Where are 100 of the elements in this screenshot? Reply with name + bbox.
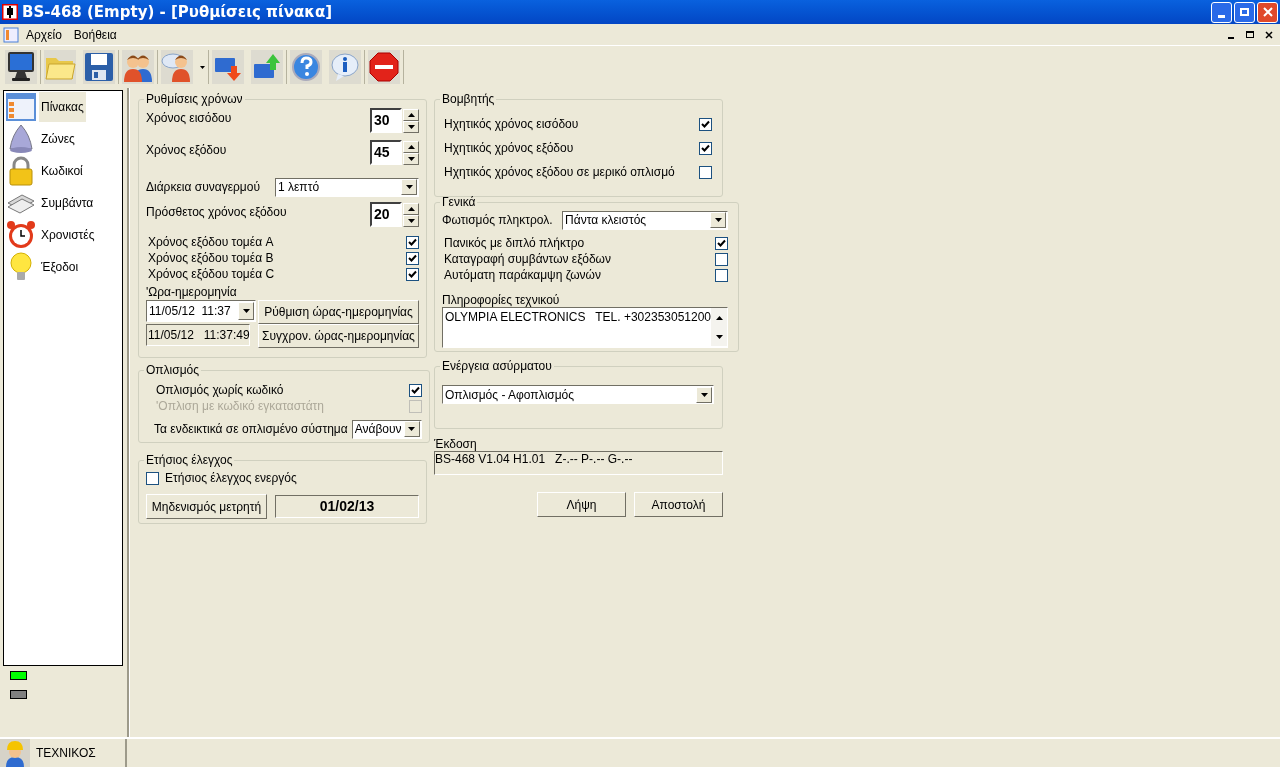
group-title: Γενικά [441,194,477,211]
up-arrow-icon [407,206,415,211]
window-icon [6,93,36,121]
close-icon [1262,7,1273,17]
maximize-button[interactable] [1234,1,1255,23]
user-role: ΤΕΧΝΙΚΟΣ [36,745,96,762]
dropdown[interactable]: Οπλισμός - Αφοπλισμός [442,385,714,404]
checkbox-label: Οπλισμός χωρίς κωδικό [155,382,284,399]
navigation-item[interactable]: Συμβάντα [4,187,122,219]
caret-icon [200,65,205,69]
version-label: Έκδοση [434,436,478,451]
action-button[interactable]: Ρύθμιση ώρας-ημερομηνίας [258,300,419,324]
action-button[interactable]: Συγχρον. ώρας-ημερομηνίας [258,324,419,348]
monitor-icon [6,51,36,83]
checkbox[interactable] [699,117,712,131]
checkbox-label: Αυτόματη παράκαμψη ζωνών [443,267,601,284]
up-arrow-icon [407,112,415,117]
check-icon [717,239,727,247]
group-title: Βομβητής [441,91,496,108]
down-arrow-icon [714,218,722,222]
toolbar-button[interactable] [5,50,37,84]
date-time-picker[interactable]: 11/05/12 11:37 [146,300,256,322]
dropdown-button[interactable] [403,421,420,437]
down-arrow-icon [700,392,708,397]
window-title: BS-468 (Empty) - [Ρυθμίσεις πίνακα] [22,1,333,23]
checkbox[interactable] [715,268,729,282]
checkbox[interactable] [408,383,422,397]
dropdown-button[interactable] [238,302,254,320]
toolbar-button[interactable] [83,50,115,84]
close-icon [1265,30,1273,39]
chat-user-icon [161,52,193,82]
check-icon [410,386,420,394]
technician-info-field[interactable]: OLYMPIA ELECTRONICS TEL. +302353051200 [442,307,729,348]
spin-up-button[interactable] [403,140,419,153]
restore-icon [1246,31,1254,38]
group-title: Ενέργεια ασύρματου [441,358,553,375]
checkbox[interactable] [715,236,729,250]
up-arrow-icon [407,144,415,149]
checkbox[interactable] [699,141,712,155]
navigation-item[interactable]: Πίνακας [4,91,122,123]
date-display: 01/02/13 [275,495,419,518]
document-window-icon [3,26,19,43]
alarm-clock-icon [6,220,36,250]
number-field[interactable]: 45 [370,140,402,165]
dropdown-button[interactable] [710,212,727,228]
number-field[interactable]: 20 [370,202,402,227]
dropdown[interactable]: Ανάβουν [351,419,422,439]
dropdown[interactable]: Πάντα κλειστός [562,210,729,230]
down-arrow-icon [405,185,413,189]
navigation-item[interactable]: Ζώνες [4,123,122,155]
checkbox[interactable] [715,252,729,266]
checkbox[interactable] [406,235,419,249]
down-arrow-icon [242,309,250,313]
minimize-icon [1218,14,1225,18]
stop-sign-icon [369,52,399,82]
spin-up-button[interactable] [403,108,419,121]
checkbox-label: Ετήσιος έλεγχος ενεργός [165,470,297,487]
scroll-down-button[interactable] [711,327,728,346]
info-icon [330,52,360,82]
navigation-item[interactable]: Χρονιστές [4,219,122,251]
reset-counter-button[interactable]: Μηδενισμός μετρητή [146,494,267,519]
checkbox[interactable] [699,165,712,179]
dropdown[interactable]: 1 λεπτό [275,177,419,197]
down-arrow-icon [407,218,415,223]
current-time-display: 11/05/12 11:37:49 [146,324,250,346]
menu-item[interactable]: Αρχείο [21,25,67,44]
field-label: Διάρκεια συναγερμού [146,179,260,196]
checkbox-label: Ηχητικός χρόνος εξόδου σε μερικό οπλισμό [443,164,675,181]
field-label: Χρόνος εισόδου [146,110,232,127]
field-label: Χρόνος εξόδου [146,142,227,159]
menu-item[interactable]: Βοήθεια [68,25,122,44]
checkbox[interactable] [406,251,419,265]
number-field[interactable]: 30 [370,108,402,133]
checkbox[interactable] [406,267,419,281]
checkbox-label: Χρόνος εξόδου τομέα B [147,250,274,267]
checkbox[interactable] [146,471,159,485]
checkbox-label: Ηχητικός χρόνος εξόδου [443,140,574,157]
down-arrow-icon [407,156,415,161]
navigation-item[interactable]: Έξοδοι [4,251,122,283]
app-icon [2,4,18,20]
scroll-up-button[interactable] [711,308,728,327]
worker-icon [0,739,30,767]
checkbox-label: Χρόνος εξόδου τομέα A [147,234,274,251]
down-arrow-icon [407,124,415,129]
group-title: Ρυθμίσεις χρόνων [145,91,244,108]
spin-up-button[interactable] [403,202,419,215]
toolbar-button[interactable] [329,50,361,84]
action-button[interactable]: Λήψη [537,492,626,517]
light-bulb-icon [9,252,33,282]
group-title: Οπλισμός [145,362,201,379]
checkbox-label: Πανικός με διπλό πλήκτρο [443,235,585,252]
navigation-item[interactable]: Κωδικοί [4,155,122,187]
checkbox-label: Ηχητικός χρόνος εισόδου [443,116,579,133]
toolbar-button[interactable] [368,50,400,84]
field-label: 'Ωρα-ημερομηνία [146,284,238,299]
action-button[interactable]: Αποστολή [634,492,723,517]
down-arrow-icon [715,334,723,339]
dropdown-button[interactable] [401,179,417,195]
dropdown-button[interactable] [696,386,712,403]
padlock-icon [8,156,34,186]
